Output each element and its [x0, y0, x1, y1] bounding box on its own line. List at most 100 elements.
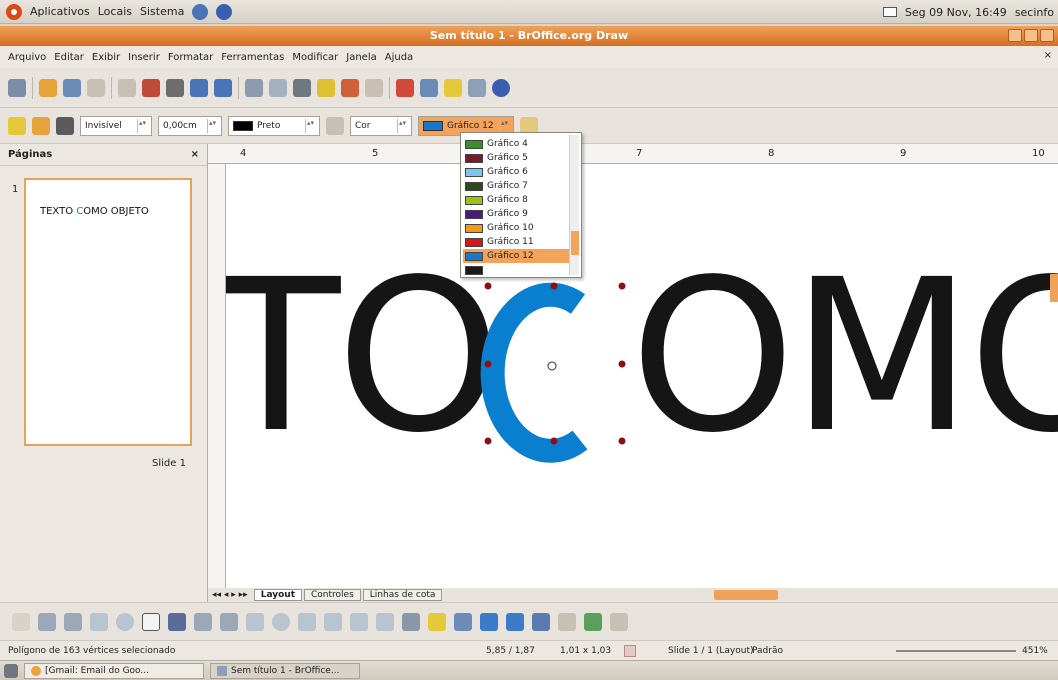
selection-handle[interactable] — [618, 282, 626, 290]
color-option[interactable] — [463, 263, 569, 277]
autospell-icon[interactable] — [214, 78, 232, 97]
selection-handle[interactable] — [550, 437, 558, 445]
drawing-canvas[interactable]: TO OMO — [226, 164, 1058, 588]
line-width-field[interactable]: 0,00cm ▴▾ — [158, 115, 222, 136]
gallery-icon[interactable] — [444, 78, 462, 97]
line-icon[interactable] — [32, 116, 50, 135]
text-tool-icon[interactable] — [142, 612, 160, 631]
connector-icon[interactable] — [194, 612, 212, 631]
menu-inserir[interactable]: Inserir — [128, 52, 160, 63]
minimize-button[interactable] — [1008, 29, 1022, 42]
extrusion-icon[interactable] — [610, 612, 628, 631]
panel-user[interactable]: secinfo — [1015, 6, 1054, 19]
window-titlebar[interactable]: Sem título 1 - BrOffice.org Draw — [0, 26, 1058, 46]
glue-points-icon[interactable] — [428, 612, 446, 631]
undo-icon[interactable] — [341, 78, 359, 97]
email-icon[interactable] — [87, 78, 105, 97]
arrow-style-icon[interactable] — [56, 116, 74, 135]
show-desktop-icon[interactable] — [4, 663, 18, 678]
menu-modificar[interactable]: Modificar — [292, 52, 338, 63]
alignment-icon[interactable] — [558, 612, 576, 631]
close-document-icon[interactable]: × — [1044, 50, 1052, 61]
arrow-line-icon[interactable] — [64, 612, 82, 631]
select-arrow-icon[interactable] — [12, 612, 30, 631]
horizontal-ruler[interactable]: 4 5 6 7 8 9 10 — [208, 144, 1058, 164]
selected-c-shape[interactable] — [480, 282, 588, 463]
line-style-select[interactable]: Invisível ▴▾ — [80, 115, 152, 136]
mail-icon[interactable] — [882, 7, 897, 17]
firefox-icon[interactable] — [192, 3, 209, 20]
color-option[interactable]: Gráfico 11 — [463, 235, 569, 249]
open-icon[interactable] — [39, 78, 57, 97]
menu-ferramentas[interactable]: Ferramentas — [221, 52, 284, 63]
menu-editar[interactable]: Editar — [54, 52, 84, 63]
slide-thumbnail[interactable]: TEXTO COMO OBJETO — [24, 178, 192, 446]
color-option[interactable]: Gráfico 4 — [463, 137, 569, 151]
redo-icon[interactable] — [365, 78, 383, 97]
chevron-down-icon[interactable]: ▴▾ — [305, 118, 315, 133]
menu-formatar[interactable]: Formatar — [168, 52, 213, 63]
ellipse-icon[interactable] — [116, 612, 134, 631]
menu-janela[interactable]: Janela — [346, 52, 376, 63]
vertical-ruler[interactable] — [208, 164, 226, 588]
export-pdf-icon[interactable] — [142, 78, 160, 97]
tab-layout[interactable]: Layout — [253, 589, 302, 601]
menu-aplicativos[interactable]: Aplicativos — [30, 5, 90, 18]
from-file-icon[interactable] — [480, 612, 498, 631]
save-icon[interactable] — [63, 78, 81, 97]
area-style-select[interactable]: Cor ▴▾ — [350, 115, 412, 136]
panel-clock[interactable]: Seg 09 Nov, 16:49 — [905, 6, 1007, 19]
tab-controles[interactable]: Controles — [304, 589, 361, 601]
flowchart-icon[interactable] — [324, 612, 342, 631]
zoom-icon[interactable] — [468, 78, 486, 97]
color-option[interactable]: Gráfico 10 — [463, 221, 569, 235]
block-arrows-icon[interactable] — [298, 612, 316, 631]
color-option[interactable]: Gráfico 9 — [463, 207, 569, 221]
rotation-pivot[interactable] — [547, 361, 557, 371]
color-option[interactable]: Gráfico 5 — [463, 151, 569, 165]
spelling-icon[interactable] — [190, 78, 208, 97]
chevron-down-icon[interactable]: ▴▾ — [499, 118, 509, 133]
points-icon[interactable] — [402, 612, 420, 631]
rotate-icon[interactable] — [532, 612, 550, 631]
menu-sistema[interactable]: Sistema — [140, 5, 184, 18]
color-option[interactable]: Gráfico 12 — [463, 249, 569, 263]
lines-arrows-icon[interactable] — [220, 612, 238, 631]
clone-format-icon[interactable] — [317, 78, 335, 97]
paste-icon[interactable] — [293, 78, 311, 97]
line-color-select[interactable]: Preto ▴▾ — [228, 115, 320, 136]
chevron-down-icon[interactable]: ▴▾ — [137, 118, 147, 133]
help-icon[interactable] — [492, 78, 510, 97]
selection-handle[interactable] — [618, 360, 626, 368]
tab-nav-arrows-icon[interactable]: ◂◂ ◂ ▸ ▸▸ — [208, 590, 252, 600]
navigator-icon[interactable] — [420, 78, 438, 97]
edit-file-icon[interactable] — [118, 78, 136, 97]
zoom-slider[interactable] — [896, 650, 1016, 652]
dropdown-scrollbar[interactable] — [569, 135, 579, 275]
menu-exibir[interactable]: Exibir — [92, 52, 120, 63]
menu-ajuda[interactable]: Ajuda — [385, 52, 413, 63]
rectangle-icon[interactable] — [90, 612, 108, 631]
maximize-button[interactable] — [1024, 29, 1038, 42]
stars-icon[interactable] — [376, 612, 394, 631]
curve-icon[interactable] — [168, 612, 186, 631]
color-option[interactable]: Gráfico 7 — [463, 179, 569, 193]
color-option[interactable]: Gráfico 6 — [463, 165, 569, 179]
gallery-tool-icon[interactable] — [506, 612, 524, 631]
print-icon[interactable] — [166, 78, 184, 97]
styles-icon[interactable] — [8, 116, 26, 135]
spin-icon[interactable]: ▴▾ — [207, 118, 217, 133]
basic-shapes-icon[interactable] — [246, 612, 264, 631]
line-tool-icon[interactable] — [38, 612, 56, 631]
modified-icon[interactable] — [624, 645, 636, 657]
arrange-icon[interactable] — [584, 612, 602, 631]
task-broffice[interactable]: Sem título 1 - BrOffice... — [210, 662, 360, 679]
selection-handle[interactable] — [484, 360, 492, 368]
menu-locais[interactable]: Locais — [98, 5, 132, 18]
selection-handle[interactable] — [550, 282, 558, 290]
copy-icon[interactable] — [269, 78, 287, 97]
zoom-status[interactable]: 451% — [1022, 646, 1048, 656]
task-gmail[interactable]: [Gmail: Email do Goo... — [24, 662, 204, 679]
menu-arquivo[interactable]: Arquivo — [8, 52, 46, 63]
color-option[interactable]: Gráfico 8 — [463, 193, 569, 207]
